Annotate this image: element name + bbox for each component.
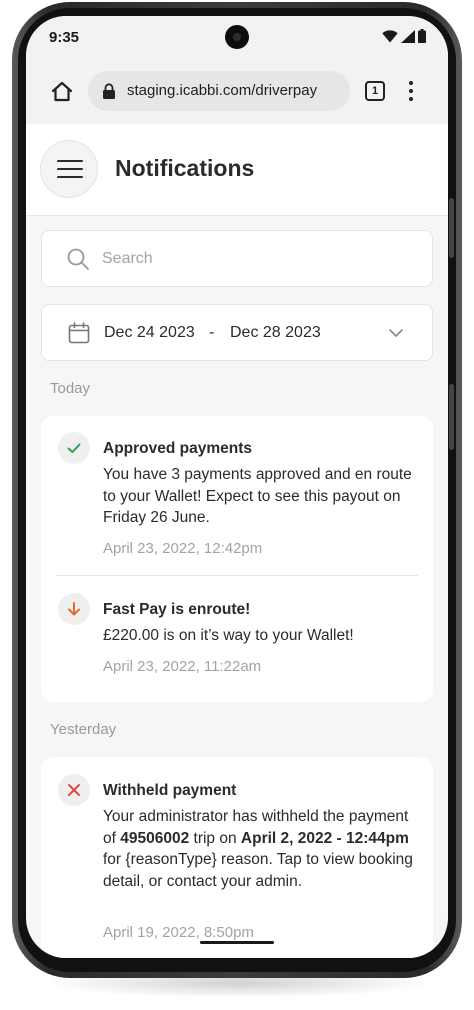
more-dot-icon <box>409 81 413 85</box>
more-dot-icon <box>409 89 413 93</box>
notification-icon-badge <box>58 432 90 464</box>
menu-bar-icon <box>57 160 83 162</box>
signal-icon <box>401 29 415 43</box>
address-bar[interactable]: staging.icabbi.com/driverpay <box>88 71 350 111</box>
menu-bar-icon <box>57 168 83 170</box>
gesture-home-indicator[interactable] <box>200 941 274 944</box>
tab-switcher-button[interactable]: 1 <box>365 81 385 101</box>
body-text: for {reasonType} reason. Tap to view boo… <box>103 851 413 890</box>
search-icon <box>67 248 89 270</box>
arrow-down-icon <box>68 602 80 616</box>
notification-timestamp: April 19, 2022, 8:50pm <box>103 924 254 941</box>
hamburger-menu-button[interactable] <box>40 140 98 198</box>
browser-home-button[interactable] <box>48 78 76 106</box>
notification-body: £220.00 is on it’s way to your Wallet! <box>103 627 354 644</box>
menu-bar-icon <box>57 176 83 178</box>
notification-title: Withheld payment <box>103 782 237 799</box>
more-dot-icon <box>409 97 413 101</box>
check-icon <box>67 443 81 453</box>
battery-icon <box>418 29 426 43</box>
notifications-card-today: Approved payments You have 3 payments ap… <box>41 416 433 702</box>
notification-divider <box>56 575 418 576</box>
notification-body: You have 3 payments approved and en rout… <box>103 466 412 526</box>
notification-timestamp: April 23, 2022, 11:22am <box>103 658 262 675</box>
trip-id: 49506002 <box>120 829 190 847</box>
status-bar: 9:35 <box>26 16 448 60</box>
date-range-picker[interactable]: Dec 24 2023 - Dec 28 2023 <box>41 304 433 361</box>
date-to: Dec 28 2023 <box>230 324 321 341</box>
section-label-yesterday: Yesterday <box>50 721 117 738</box>
date-from: Dec 24 2023 <box>104 324 195 341</box>
notification-title: Approved payments <box>103 440 253 457</box>
notification-title: Fast Pay is enroute! <box>103 601 251 618</box>
notifications-card-yesterday: Withheld payment Your administrator has … <box>41 757 433 958</box>
phone-screen: 9:35 staging.icabbi.com/driverpay 1 Noti… <box>26 16 448 958</box>
lock-icon <box>103 83 115 99</box>
notification-icon-badge <box>58 593 90 625</box>
status-icons <box>382 29 426 43</box>
wifi-icon <box>382 29 398 42</box>
date-separator: - <box>209 324 215 341</box>
x-icon <box>68 784 80 796</box>
home-icon <box>51 81 73 102</box>
notification-timestamp: April 23, 2022, 12:42pm <box>103 540 263 557</box>
address-url: staging.icabbi.com/driverpay <box>127 82 318 99</box>
app-header: Notifications <box>26 124 448 216</box>
notification-body: Your administrator has withheld the paym… <box>103 806 423 892</box>
chevron-down-icon <box>389 329 403 337</box>
page-title: Notifications <box>115 155 255 181</box>
search-box[interactable] <box>41 230 433 287</box>
browser-menu-button[interactable] <box>404 78 418 104</box>
power-button <box>449 384 454 450</box>
search-input[interactable] <box>102 245 402 273</box>
status-time: 9:35 <box>49 29 80 46</box>
browser-toolbar: staging.icabbi.com/driverpay 1 <box>26 60 448 124</box>
notification-icon-badge <box>58 774 90 806</box>
calendar-icon <box>68 322 90 344</box>
front-camera <box>225 25 249 49</box>
body-text: trip on <box>189 829 241 847</box>
section-label-today: Today <box>50 380 91 397</box>
volume-button <box>449 198 454 258</box>
trip-date: April 2, 2022 - 12:44pm <box>240 829 409 847</box>
